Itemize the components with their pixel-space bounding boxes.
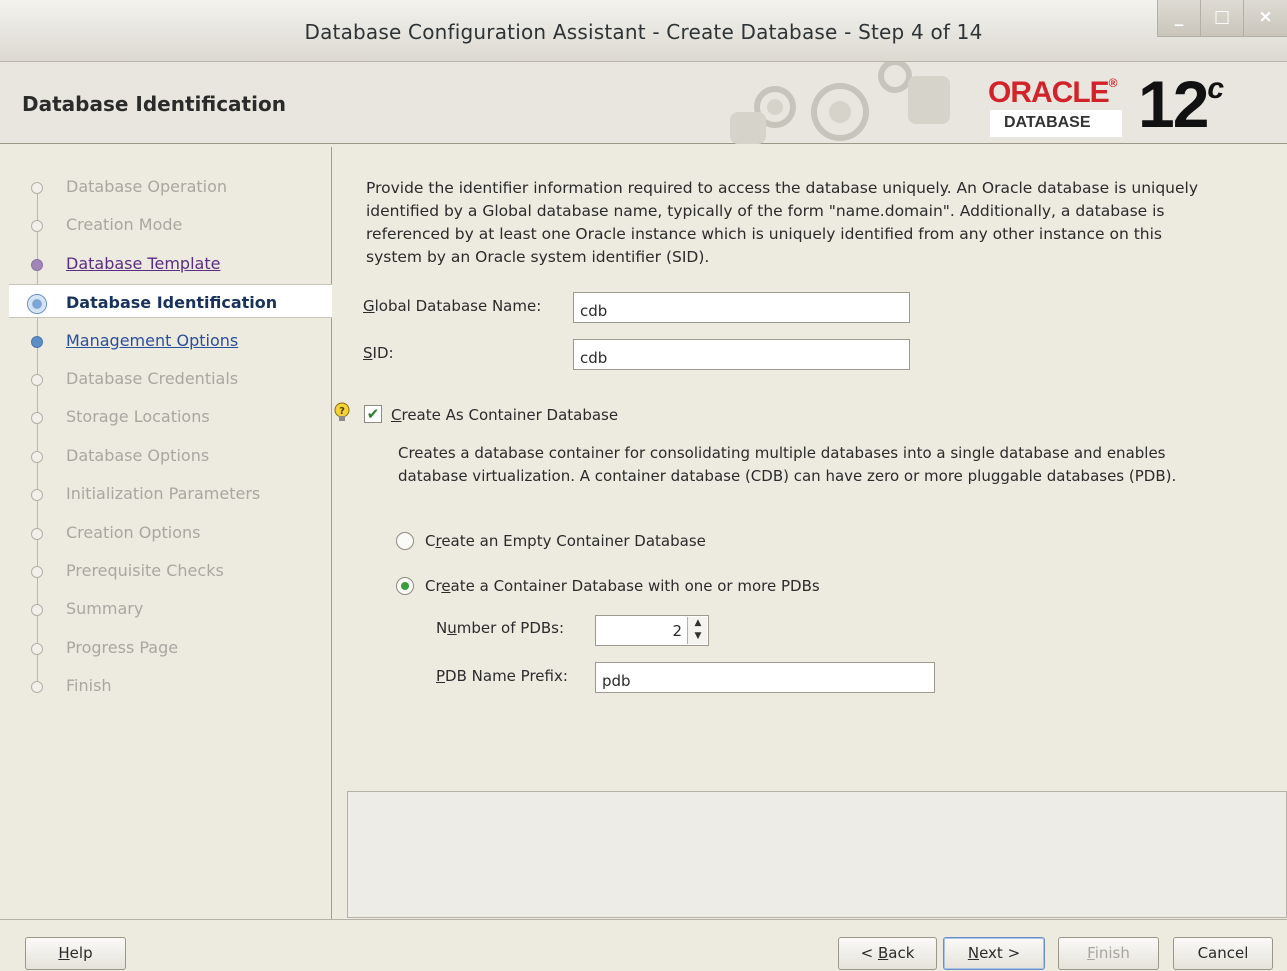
window-title: Database Configuration Assistant - Creat… [304,20,983,44]
maximize-button[interactable]: □ [1200,0,1243,37]
hint-bulb-icon: ? [333,402,351,422]
minimize-button[interactable]: _ [1157,0,1200,37]
step-item-database-options: Database Options [9,438,332,472]
step-label: Creation Mode [66,215,183,234]
step-label: Database Identification [66,293,278,312]
step-indicator-icon [31,489,43,501]
page-title: Database Identification [22,92,286,116]
step-item-database-identification[interactable]: Database Identification [9,284,332,318]
maximize-icon: □ [1213,7,1231,27]
pdb-prefix-input[interactable] [595,662,935,693]
minimize-icon: _ [1174,7,1184,27]
cancel-button[interactable]: Cancel [1173,937,1273,970]
step-indicator-icon [31,259,43,271]
step-indicator-icon [31,566,43,578]
spin-down-icon[interactable]: ▼ [688,630,708,643]
step-indicator-icon [31,412,43,424]
radio-empty-container-label[interactable]: Create an Empty Container Database [425,532,706,550]
step-indicator-icon [31,374,43,386]
step-item-management-options[interactable]: Management Options [9,323,332,357]
step-label: Finish [66,676,112,695]
step-label: Database Operation [66,177,228,196]
radio-container-with-pdbs[interactable] [396,577,414,595]
spin-up-icon[interactable]: ▲ [688,617,708,630]
num-pdbs-label: Number of PDBs: [436,619,565,637]
step-item-database-template[interactable]: Database Template [9,246,332,280]
sid-label: SID: [363,344,394,362]
footer-bar: Help < Back Next > Finish Cancel [0,919,1287,971]
step-item-initialization-parameters: Initialization Parameters [9,476,332,510]
step-item-storage-locations: Storage Locations [9,399,332,433]
step-indicator-icon [31,681,43,693]
step-label: Progress Page [66,638,179,657]
radio-container-with-pdbs-label[interactable]: Create a Container Database with one or … [425,577,820,595]
step-indicator-icon [31,604,43,616]
sid-input[interactable] [573,339,910,370]
step-label: Storage Locations [66,407,210,426]
step-item-database-operation: Database Operation [9,169,332,203]
main-content: Provide the identifier information requi… [333,147,1287,919]
create-container-db-checkbox[interactable]: ✔ [364,405,382,423]
back-button[interactable]: < Back [838,937,937,970]
step-indicator-icon [31,182,43,194]
num-pdbs-stepper[interactable]: ▲ ▼ [687,617,707,644]
radio-empty-container[interactable] [396,532,414,550]
logo-version: 12c [1138,67,1224,141]
window-titlebar[interactable]: Database Configuration Assistant - Creat… [0,0,1287,62]
step-label: Database Template [66,254,221,273]
step-indicator-icon [31,643,43,655]
step-indicator-icon [31,528,43,540]
step-item-prerequisite-checks: Prerequisite Checks [9,553,332,587]
step-indicator-icon [31,451,43,463]
gears-decoration-icon [720,62,970,144]
pdb-prefix-label: PDB Name Prefix: [436,667,568,685]
close-icon: × [1258,7,1273,27]
create-container-db-label[interactable]: Create As Container Database [391,406,618,424]
help-button[interactable]: Help [25,937,126,970]
message-area [347,791,1287,918]
step-item-database-credentials: Database Credentials [9,361,332,395]
logo-oracle-text: ORACLE® [988,76,1117,109]
step-indicator-icon [31,336,43,348]
step-item-summary: Summary [9,591,332,625]
svg-text:?: ? [339,406,345,417]
global-db-name-input[interactable] [573,292,910,323]
step-item-creation-options: Creation Options [9,515,332,549]
finish-button: Finish [1058,937,1159,970]
num-pdbs-value: 2 [672,622,682,640]
step-item-progress-page: Progress Page [9,630,332,664]
next-button[interactable]: Next > [943,937,1045,970]
step-label: Creation Options [66,523,201,542]
step-label: Initialization Parameters [66,484,261,503]
step-indicator-icon [31,220,43,232]
step-indicator-icon [27,294,47,314]
steps-navigation: Database Operation Creation Mode Database … [9,147,332,919]
oracle-database-12c-logo: ORACLE® DATABASE 12c [988,67,1278,142]
step-item-finish: Finish [9,668,332,702]
step-label: Database Credentials [66,369,239,388]
window-left-edge [0,147,9,919]
step-label: Summary [66,599,144,618]
global-db-name-label: Global Database Name: [363,297,542,315]
logo-database-text: DATABASE [1004,114,1091,131]
container-description: Creates a database container for consoli… [398,444,1177,485]
intro-description: Provide the identifier information requi… [366,179,1198,266]
step-item-creation-mode: Creation Mode [9,207,332,241]
close-button[interactable]: × [1243,0,1287,37]
step-label: Prerequisite Checks [66,561,224,580]
num-pdbs-spinner[interactable]: 2 ▲ ▼ [595,615,709,646]
step-label: Database Options [66,446,210,465]
step-label: Management Options [66,331,239,350]
